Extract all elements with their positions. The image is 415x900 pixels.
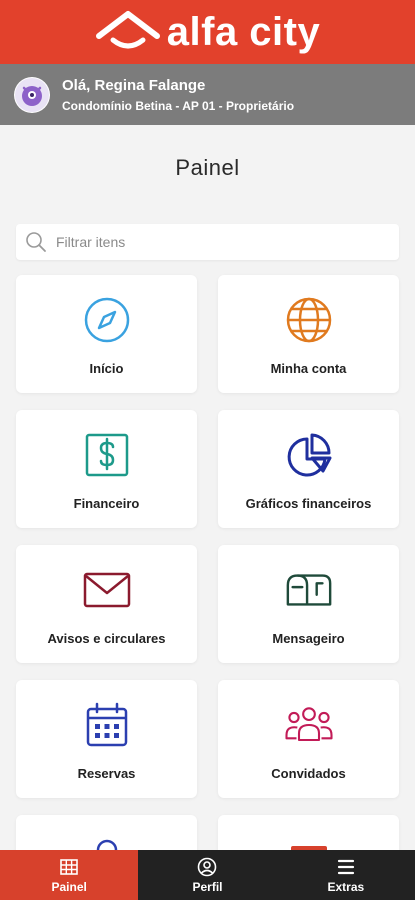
card-label: Mensageiro: [272, 631, 345, 646]
search-icon: [26, 232, 46, 252]
dollar-icon: [82, 430, 132, 480]
card-graficos-financeiros[interactable]: Gráficos financeiros: [218, 410, 399, 528]
card-label: Minha conta: [270, 361, 347, 376]
card-label: Gráficos financeiros: [245, 496, 372, 511]
envelope-icon: [82, 565, 132, 615]
card-convidados[interactable]: Convidados: [218, 680, 399, 798]
card-financeiro[interactable]: Financeiro: [16, 410, 197, 528]
compass-icon: [82, 295, 132, 345]
alfa-city-logo: alfa city: [95, 10, 320, 54]
avatar[interactable]: [14, 76, 50, 113]
nav-label: Perfil: [192, 879, 223, 894]
card-minha-conta[interactable]: Minha conta: [218, 275, 399, 393]
mailbox-icon: [284, 565, 334, 615]
card-label: Início: [89, 361, 124, 376]
card-mensageiro[interactable]: Mensageiro: [218, 545, 399, 663]
house-logo-icon: [95, 11, 160, 49]
brand-name: alfa city: [166, 10, 321, 54]
app-header: alfa city: [0, 0, 415, 64]
search-input[interactable]: [56, 234, 376, 250]
nav-extras[interactable]: Extras: [277, 850, 415, 900]
pie-chart-icon: [284, 430, 334, 480]
card-avisos-circulares[interactable]: Avisos e circulares: [16, 545, 197, 663]
page-title: Painel: [175, 155, 240, 180]
card-label: Avisos e circulares: [47, 631, 166, 646]
globe-icon: [284, 295, 334, 345]
card-inicio[interactable]: Início: [16, 275, 197, 393]
calendar-icon: [82, 700, 132, 750]
menu-icon: [337, 859, 354, 874]
nav-painel[interactable]: Painel: [0, 850, 139, 900]
nav-perfil[interactable]: Perfil: [138, 850, 276, 900]
avatar-icon: [15, 77, 49, 112]
user-condo: Condomínio Betina - AP 01 - Proprietário: [62, 98, 295, 113]
card-reservas[interactable]: Reservas: [16, 680, 197, 798]
search-bar[interactable]: [16, 224, 399, 260]
user-greeting: Olá, Regina Falange: [62, 76, 206, 94]
bottom-navigation: Painel Perfil Extras: [0, 850, 415, 900]
card-label: Reservas: [77, 766, 136, 781]
grid-icon: [60, 858, 78, 875]
guests-icon: [284, 700, 334, 750]
nav-label: Painel: [51, 879, 87, 894]
nav-label: Extras: [327, 879, 365, 894]
user-info-bar[interactable]: Olá, Regina Falange Condomínio Betina - …: [0, 64, 415, 125]
card-label: Convidados: [271, 766, 346, 781]
profile-icon: [198, 857, 217, 876]
card-label: Financeiro: [73, 496, 140, 511]
